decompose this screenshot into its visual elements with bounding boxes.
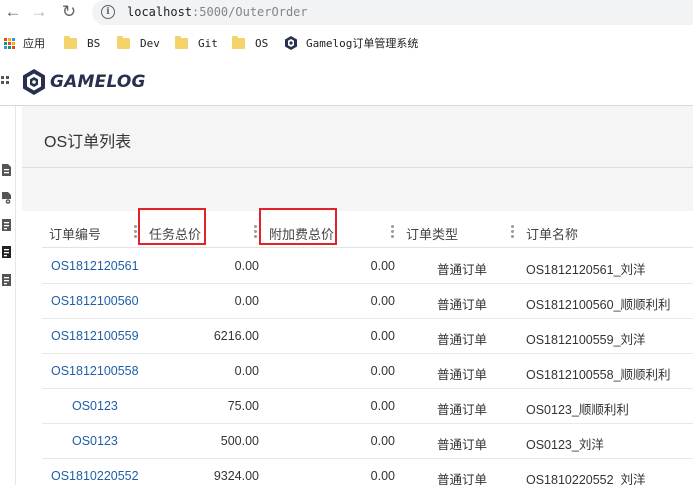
column-header-order-type[interactable]: 订单类型: [406, 224, 458, 243]
site-info-icon[interactable]: i: [101, 5, 115, 19]
order-name-cell: OS1812120561_刘洋: [526, 263, 646, 277]
order-name-cell: OS1812100559_刘洋: [526, 333, 646, 347]
folder-icon: [232, 35, 245, 49]
menu-grip-icon[interactable]: [1, 76, 9, 84]
order-type-cell: 普通订单: [437, 298, 488, 312]
task-total-cell: 75.00: [227, 399, 259, 413]
app-header: GAMELOG: [0, 58, 693, 106]
table-row[interactable]: OS1812100558 0.00 0.00 普通订单 OS1812100558…: [42, 354, 693, 389]
task-total-cell: 0.00: [234, 294, 259, 308]
table-row[interactable]: OS1810220552 9324.00 0.00 普通订单 OS1810220…: [42, 459, 693, 485]
bookmark-label: BS: [87, 36, 101, 50]
list-icon[interactable]: [1, 219, 12, 231]
column-header-order-id[interactable]: 订单编号: [49, 224, 101, 243]
page-title: OS订单列表: [44, 134, 132, 151]
address-url: localhost:5000/OuterOrder: [127, 5, 308, 19]
order-type-cell: 普通订单: [437, 438, 488, 452]
address-bar[interactable]: i localhost:5000/OuterOrder: [92, 0, 693, 25]
order-table: 订单编号 任务总价 附加费总价 订单类型 订单名称 OS1812120561 0…: [42, 211, 693, 485]
bookmarks-bar: 应用 BS Dev Git OS Gamelog订单管理系统: [0, 30, 693, 56]
folder-icon: [117, 35, 130, 49]
order-id-link[interactable]: OS1812100558: [51, 364, 139, 378]
folder-icon: [175, 35, 188, 49]
order-id-link[interactable]: OS0123: [72, 434, 118, 448]
toolbar-area: [22, 168, 693, 211]
table-row[interactable]: OS1812120561 0.00 0.00 普通订单 OS1812120561…: [42, 249, 693, 284]
forward-arrow-icon[interactable]: →: [29, 2, 49, 22]
task-total-cell: 0.00: [234, 364, 259, 378]
gamelog-favicon: [285, 36, 297, 50]
order-name-cell: OS1812100560_顺顺利利: [526, 298, 671, 312]
apps-grid-icon: [4, 37, 15, 49]
bookmark-label: 应用: [23, 37, 45, 50]
url-host: localhost: [127, 5, 193, 19]
order-type-cell: 普通订单: [437, 473, 488, 485]
reload-icon[interactable]: ↻: [59, 2, 79, 22]
table-row[interactable]: OS0123 500.00 0.00 普通订单 OS0123_刘洋: [42, 424, 693, 459]
task-total-cell: 6216.00: [213, 329, 259, 343]
bookmark-label: Dev: [140, 36, 160, 50]
back-arrow-icon[interactable]: ←: [3, 2, 23, 22]
file-settings-icon[interactable]: [1, 192, 12, 204]
browser-toolbar: ← → ↻ i localhost:5000/OuterOrder: [0, 0, 693, 26]
column-menu-icon[interactable]: [254, 225, 257, 238]
task-total-cell: 0.00: [234, 259, 259, 273]
column-header-order-name[interactable]: 订单名称: [526, 224, 578, 243]
extra-total-cell: 0.00: [370, 294, 395, 308]
order-name-cell: OS1810220552_刘洋: [526, 473, 646, 485]
order-id-link[interactable]: OS1812100559: [51, 329, 139, 343]
order-id-link[interactable]: OS0123: [72, 399, 118, 413]
extra-total-cell: 0.00: [370, 399, 395, 413]
extra-total-cell: 0.00: [370, 469, 395, 483]
order-type-cell: 普通订单: [437, 368, 488, 382]
bookmark-dev[interactable]: Dev: [117, 35, 160, 51]
bookmark-label: Git: [198, 36, 218, 50]
column-menu-icon[interactable]: [391, 225, 394, 238]
extra-total-cell: 0.00: [370, 434, 395, 448]
bookmark-os[interactable]: OS: [232, 35, 268, 51]
bookmark-git[interactable]: Git: [175, 35, 218, 51]
left-sidebar: [0, 106, 16, 485]
order-name-cell: OS0123_顺顺利利: [526, 403, 629, 417]
highlight-box-task-total: [138, 208, 206, 245]
url-path: :5000/OuterOrder: [192, 5, 308, 19]
file-icon[interactable]: [1, 164, 12, 176]
order-id-link[interactable]: OS1812100560: [51, 294, 139, 308]
extra-total-cell: 0.00: [370, 364, 395, 378]
extra-total-cell: 0.00: [370, 329, 395, 343]
order-type-cell: 普通订单: [437, 263, 488, 277]
bookmark-label: Gamelog订单管理系统: [306, 37, 419, 50]
folder-icon: [64, 35, 77, 49]
bookmark-gamelog[interactable]: Gamelog订单管理系统: [284, 35, 418, 51]
task-total-cell: 9324.00: [213, 469, 259, 483]
order-type-cell: 普通订单: [437, 403, 488, 417]
app-logo[interactable]: GAMELOG: [22, 67, 146, 97]
column-menu-icon[interactable]: [511, 225, 514, 238]
table-row[interactable]: OS1812100560 0.00 0.00 普通订单 OS1812100560…: [42, 284, 693, 319]
extra-total-cell: 0.00: [370, 259, 395, 273]
order-id-link[interactable]: OS1812120561: [51, 259, 139, 273]
gamelog-logo-icon: [23, 69, 45, 95]
page-title-bar: OS订单列表: [22, 106, 693, 168]
task-total-cell: 500.00: [220, 434, 259, 448]
column-menu-icon[interactable]: [134, 225, 137, 238]
order-name-cell: OS1812100558_顺顺利利: [526, 368, 671, 382]
table-row[interactable]: OS0123 75.00 0.00 普通订单 OS0123_顺顺利利: [42, 389, 693, 424]
order-id-link[interactable]: OS1810220552: [51, 469, 139, 483]
bookmark-bs[interactable]: BS: [64, 35, 100, 51]
order-type-cell: 普通订单: [437, 333, 488, 347]
bookmark-apps[interactable]: 应用: [4, 35, 45, 51]
table-row[interactable]: OS1812100559 6216.00 0.00 普通订单 OS1812100…: [42, 319, 693, 354]
highlight-box-extra-total: [259, 208, 337, 245]
logo-text: GAMELOG: [50, 72, 146, 92]
bookmark-label: OS: [255, 36, 269, 50]
list-icon[interactable]: [1, 274, 12, 286]
list-icon[interactable]: [1, 246, 12, 258]
order-name-cell: OS0123_刘洋: [526, 438, 604, 452]
